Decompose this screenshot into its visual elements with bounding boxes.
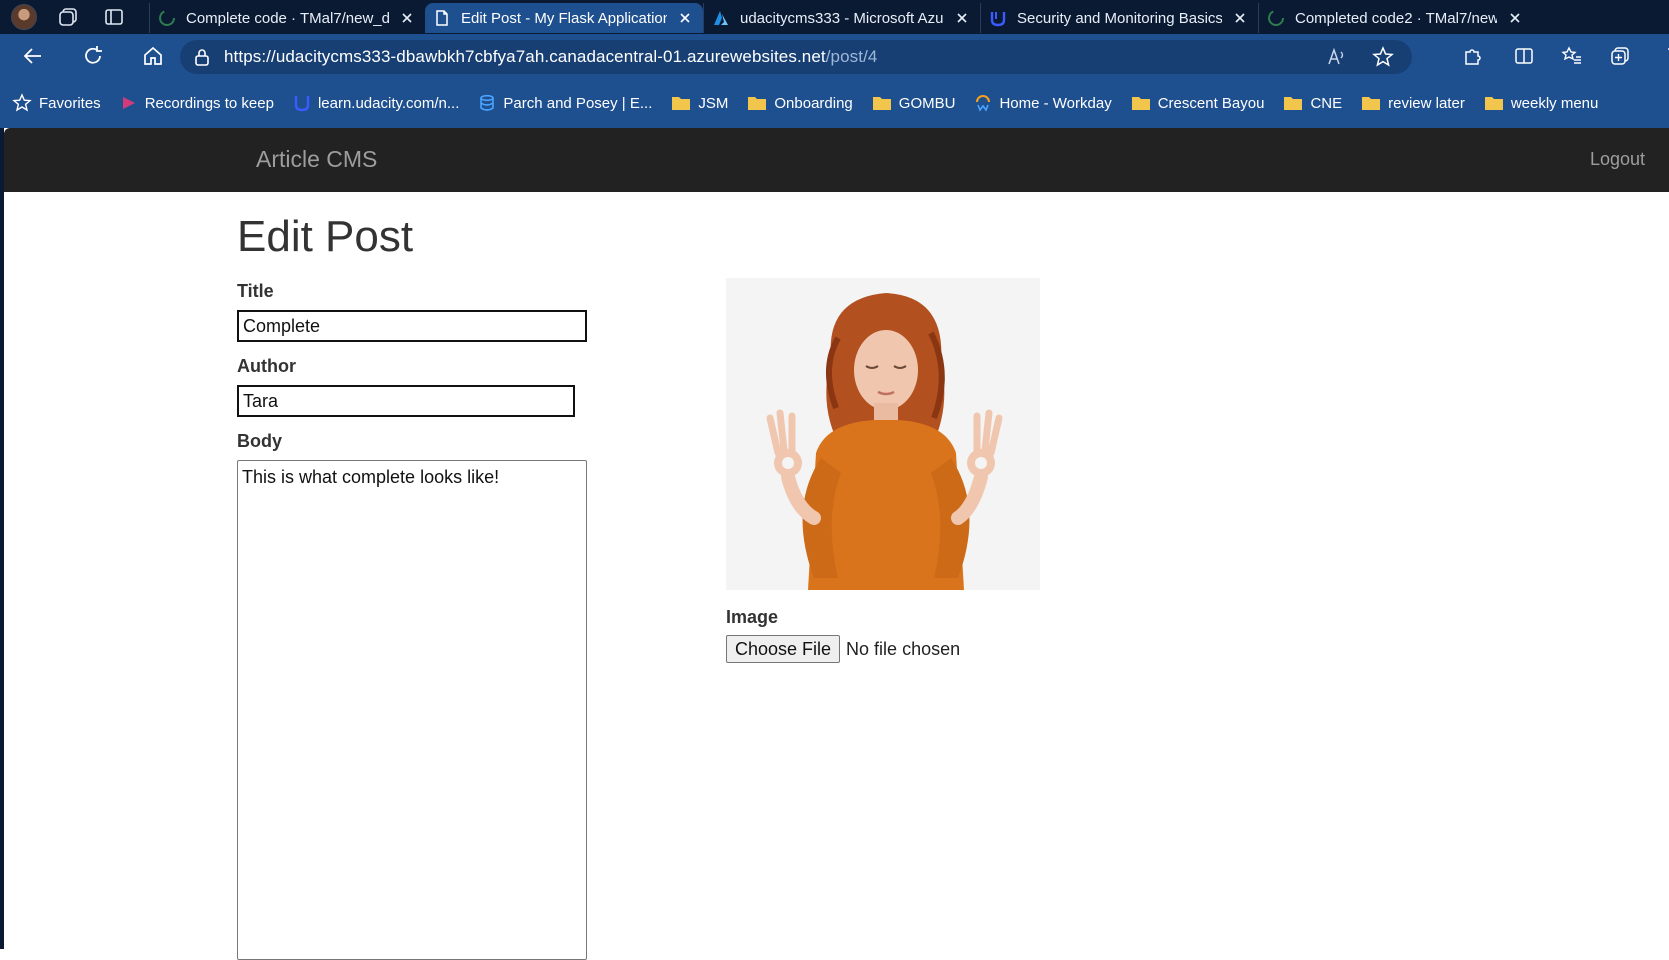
folder-icon: [1284, 97, 1303, 110]
title-input[interactable]: [237, 310, 587, 342]
favorites-menu[interactable]: Favorites: [12, 93, 101, 113]
favorite-recordings-to-keep[interactable]: Recordings to keep: [120, 94, 274, 112]
favorite-folder-jsm[interactable]: JSM: [671, 94, 728, 112]
image-file-input[interactable]: Choose File No file chosen: [726, 635, 960, 663]
author-label: Author: [237, 356, 296, 376]
collections-icon[interactable]: [1609, 45, 1631, 67]
tab-title: Edit Post - My Flask Application: [461, 9, 667, 27]
close-icon[interactable]: [954, 10, 970, 26]
refresh-icon[interactable]: [82, 45, 104, 67]
favorite-label: GOMBU: [898, 94, 956, 112]
image-label: Image: [726, 607, 779, 627]
close-icon[interactable]: [677, 10, 693, 26]
folder-icon: [672, 97, 691, 110]
toolbar-right-icons: [1435, 34, 1669, 78]
back-arrow-icon[interactable]: [22, 45, 44, 67]
tab-complete-code[interactable]: Complete code · TMal7/new_daca: [149, 3, 425, 33]
page-icon: [436, 10, 448, 26]
favorites-bar: Favorites Recordings to keep learn.udaci…: [0, 78, 1669, 128]
tab-title: Completed code2 · TMal7/new_da: [1295, 9, 1497, 27]
favorite-folder-onboarding[interactable]: Onboarding: [747, 94, 853, 112]
folder-icon: [1362, 97, 1381, 110]
body-textarea[interactable]: This is what complete looks like!: [237, 460, 587, 960]
stream-icon: [122, 97, 135, 109]
favorites-list-icon[interactable]: [1561, 45, 1583, 67]
database-icon: [480, 94, 495, 111]
file-status-text: No file chosen: [846, 638, 961, 659]
tab-completed-code2[interactable]: Completed code2 · TMal7/new_da: [1258, 3, 1533, 33]
web-page: Article CMS Logout Edit Post Title Autho…: [4, 128, 1669, 960]
url-host: https://udacitycms333-dbawbkh7cbfya7ah.c…: [224, 47, 826, 66]
github-icon: [159, 10, 175, 26]
tab-title: udacitycms333 - Microsoft Azure: [740, 9, 944, 27]
favorite-home-workday[interactable]: Home - Workday: [974, 94, 1112, 112]
close-icon[interactable]: [399, 10, 415, 26]
app-brand-link[interactable]: Article CMS: [256, 146, 377, 173]
favorite-folder-gombu[interactable]: GOMBU: [872, 94, 956, 112]
tab-title: Security and Monitoring Basics - U: [1017, 9, 1222, 27]
favorite-label: Onboarding: [774, 94, 853, 112]
extensions-icon[interactable]: [1461, 45, 1483, 67]
folder-icon: [1131, 97, 1150, 110]
favorite-label: Recordings to keep: [144, 94, 274, 112]
favorite-label: learn.udacity.com/n...: [317, 94, 460, 112]
tab-edit-post[interactable]: Edit Post - My Flask Application: [425, 3, 703, 33]
favorite-label: review later: [1388, 94, 1465, 112]
favorite-label: Parch and Posey | E...: [503, 94, 653, 112]
favorite-star-icon[interactable]: [1372, 46, 1394, 68]
favorite-label: JSM: [698, 94, 729, 112]
close-icon[interactable]: [1507, 10, 1523, 26]
read-aloud-icon[interactable]: [1326, 46, 1348, 68]
udacity-icon: [990, 12, 1006, 27]
choose-file-button[interactable]: Choose File: [726, 635, 841, 663]
github-icon: [1268, 10, 1284, 26]
app-navbar: Article CMS Logout: [4, 128, 1669, 192]
favorite-folder-crescent-bayou[interactable]: Crescent Bayou: [1131, 94, 1265, 112]
body-label: Body: [237, 431, 282, 451]
browser-toolbar: https://udacitycms333-dbawbkh7cbfya7ah.c…: [0, 34, 1669, 78]
favorite-folder-weekly-menu[interactable]: weekly menu: [1484, 94, 1599, 112]
logout-link[interactable]: Logout: [1590, 149, 1645, 170]
browser-tab-bar: Complete code · TMal7/new_daca Edit Post…: [0, 0, 1669, 34]
workspaces-icon[interactable]: [57, 6, 79, 28]
vertical-tabs-icon[interactable]: [103, 6, 125, 28]
page-title: Edit Post: [237, 212, 414, 261]
workday-icon: [976, 95, 991, 112]
folder-icon: [748, 97, 767, 110]
tab-security-monitoring[interactable]: Security and Monitoring Basics - U: [980, 3, 1258, 33]
favorite-folder-cne[interactable]: CNE: [1283, 94, 1342, 112]
tab-title: Complete code · TMal7/new_daca: [186, 9, 389, 27]
url-path: /post/4: [825, 47, 878, 66]
folder-icon: [1484, 97, 1503, 110]
tab-bar-left-controls: [0, 0, 149, 34]
favorite-label: Favorites: [39, 94, 101, 112]
home-icon[interactable]: [142, 45, 164, 67]
title-label: Title: [237, 281, 274, 301]
favorite-parch-and-posey[interactable]: Parch and Posey | E...: [478, 94, 652, 112]
post-image: [726, 278, 1040, 590]
lock-icon[interactable]: [192, 47, 212, 67]
udacity-icon: [294, 96, 310, 112]
url-text: https://udacitycms333-dbawbkh7cbfya7ah.c…: [224, 47, 877, 67]
woman-meditating-photo: [726, 278, 1040, 590]
favorite-label: CNE: [1310, 94, 1343, 112]
browser-viewport: Article CMS Logout Edit Post Title Autho…: [0, 128, 1669, 960]
favorite-label: weekly menu: [1510, 94, 1599, 112]
star-icon: [12, 93, 32, 112]
favorite-learn-udacity[interactable]: learn.udacity.com/n...: [293, 94, 459, 112]
profile-avatar[interactable]: [11, 4, 37, 30]
browser-essentials-icon[interactable]: [1657, 45, 1669, 67]
close-icon[interactable]: [1232, 10, 1248, 26]
address-bar[interactable]: https://udacitycms333-dbawbkh7cbfya7ah.c…: [180, 40, 1412, 74]
split-screen-icon[interactable]: [1513, 45, 1535, 67]
tab-azure[interactable]: udacitycms333 - Microsoft Azure: [703, 3, 980, 33]
favorite-label: Crescent Bayou: [1157, 94, 1265, 112]
favorite-label: Home - Workday: [999, 94, 1112, 112]
azure-icon: [714, 11, 728, 25]
folder-icon: [872, 97, 891, 110]
favorite-folder-review-later[interactable]: review later: [1361, 94, 1465, 112]
author-input[interactable]: [237, 385, 575, 417]
